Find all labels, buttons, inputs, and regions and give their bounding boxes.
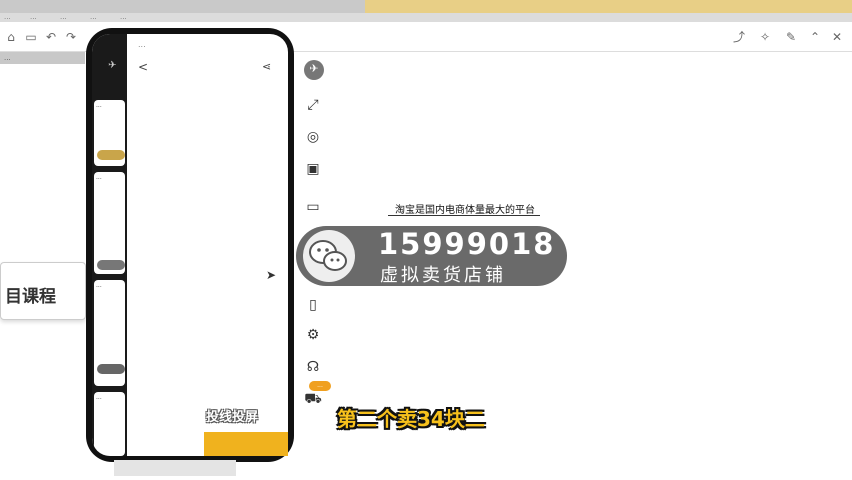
collapse-icon[interactable]: ⌃	[808, 30, 822, 44]
phone-bottom-button[interactable]	[204, 432, 288, 456]
cart-badge: ...	[309, 381, 331, 391]
list-item-label: ...	[96, 282, 102, 289]
video-caption: 第二个卖34块二	[337, 407, 485, 431]
cast-screen-label[interactable]: 投线投屏	[206, 406, 258, 425]
menu-item[interactable]: ...	[120, 13, 127, 21]
redo-icon[interactable]: ↷	[64, 30, 78, 44]
document-tab[interactable]: ...	[0, 52, 85, 64]
record-icon[interactable]: ▣	[304, 160, 322, 178]
bulb-icon[interactable]: ✧	[758, 30, 772, 44]
share-icon[interactable]: ⋖	[262, 60, 271, 73]
menu-item[interactable]: ...	[60, 13, 67, 21]
menu-bar: ... ... ... ... ...	[0, 13, 852, 22]
list-item[interactable]: ...	[94, 280, 125, 386]
pin-icon[interactable]: ✈	[304, 60, 324, 80]
menu-item[interactable]: ...	[30, 13, 37, 21]
share-icon[interactable]: ⤴	[732, 30, 746, 44]
ad-divider	[388, 215, 540, 216]
list-item[interactable]: ...	[94, 100, 125, 166]
list-item-tag	[97, 364, 125, 374]
tablet-icon[interactable]: ▯	[304, 296, 322, 314]
display-icon[interactable]: ▭	[304, 198, 322, 216]
close-icon[interactable]: ✕	[830, 30, 844, 44]
back-icon[interactable]: <	[138, 60, 148, 74]
phone-screen[interactable]: ✈ ... ... ... ... ... < ⋖	[92, 34, 288, 456]
ad-phone-number: 15999018	[378, 227, 556, 261]
phone-status-bar: ...	[138, 40, 146, 49]
course-label: 目课程	[5, 287, 56, 307]
pin-icon[interactable]: ✈	[108, 60, 116, 71]
phone-footer-label	[114, 460, 236, 476]
list-item[interactable]: ...	[94, 392, 125, 456]
list-item-tag	[97, 150, 125, 160]
title-bar-accent	[365, 0, 852, 13]
ad-tagline: 虚拟卖货店铺	[380, 265, 506, 286]
list-item[interactable]: ...	[94, 172, 125, 274]
list-item-label: ...	[96, 394, 102, 401]
list-item-tag	[97, 260, 125, 270]
screenshot-icon[interactable]: ◎	[304, 128, 322, 146]
home-icon[interactable]: ⌂	[4, 30, 18, 44]
wechat-icon	[303, 230, 355, 282]
undo-icon[interactable]: ↶	[44, 30, 58, 44]
mouse-cursor-icon: ➤	[266, 268, 277, 282]
edit-icon[interactable]: ✎	[784, 30, 798, 44]
phone-side-panel: ✈ ... ... ... ...	[92, 34, 127, 456]
menu-item[interactable]: ...	[4, 13, 11, 21]
save-icon[interactable]: ▭	[24, 30, 38, 44]
support-icon[interactable]: ☊	[304, 358, 322, 376]
menu-item[interactable]: ...	[90, 13, 97, 21]
cart-icon[interactable]: ⛟	[304, 390, 322, 408]
fullscreen-icon[interactable]: ⤢	[304, 96, 322, 114]
course-card[interactable]: 目课程	[0, 262, 86, 320]
ad-subtitle: 淘宝是国内电商体量最大的平台	[395, 205, 535, 216]
list-item-label: ...	[96, 174, 102, 181]
settings-icon[interactable]: ⚙	[304, 326, 322, 344]
list-item-label: ...	[96, 102, 102, 109]
